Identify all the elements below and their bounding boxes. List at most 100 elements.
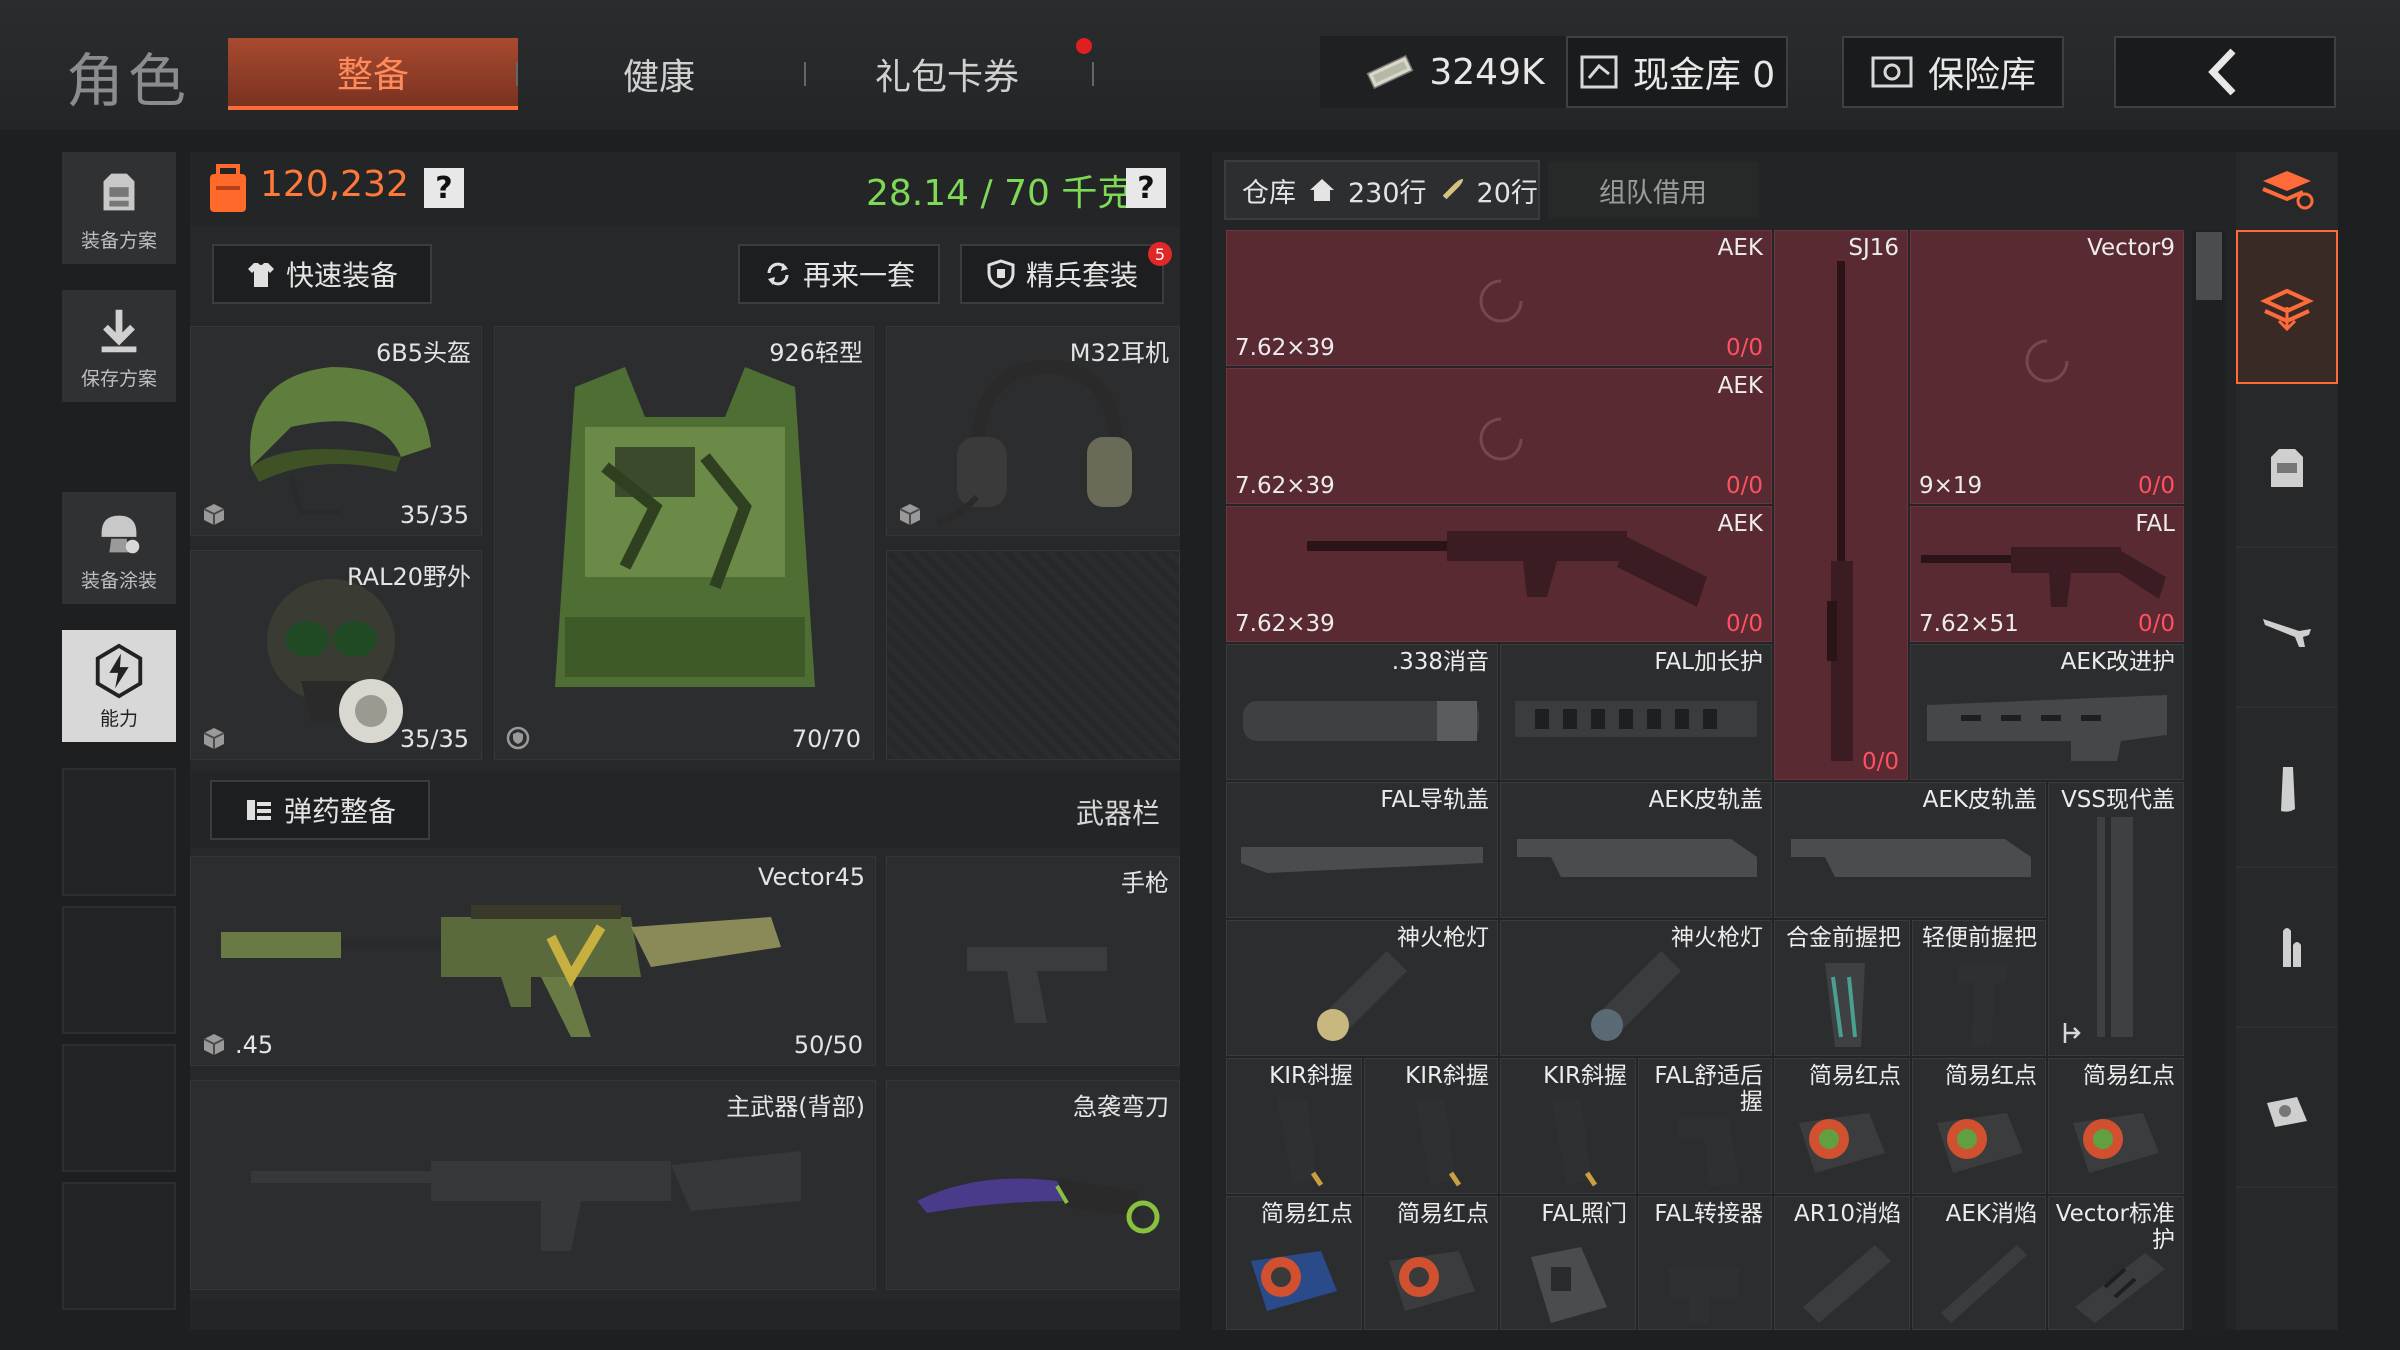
handguard-icon (1927, 695, 2167, 761)
item-name: 简易红点 (1945, 1063, 2037, 1089)
rear-sight-icon (1531, 1247, 1607, 1323)
item-name: KIR斜握 (1269, 1063, 1353, 1089)
ammo-prepare-button[interactable]: 弹药整备 (210, 780, 430, 840)
tab-health[interactable]: 健康 (514, 38, 804, 110)
cube-icon (203, 504, 225, 525)
warehouse-item[interactable]: AEK 7.62×39 0/0 (1226, 506, 1772, 642)
warehouse-item[interactable]: 神火枪灯 (1500, 920, 1772, 1056)
category-magazines-button[interactable] (2236, 712, 2338, 868)
warehouse-item[interactable]: FAL转接器 (1638, 1196, 1772, 1330)
warehouse-item[interactable]: 简易红点 (2048, 1058, 2184, 1194)
warehouse-item[interactable]: 简易红点 (1774, 1058, 1910, 1194)
safe-vault-button[interactable]: 保险库 (1842, 36, 2064, 108)
category-ammo-button[interactable] (2236, 872, 2338, 1028)
warehouse-item[interactable]: FAL加长护 (1500, 644, 1772, 780)
backpack-value-icon (210, 164, 246, 212)
sidebar-item-label: 保存方案 (80, 367, 157, 390)
warehouse-item[interactable]: AEK改进护 (1910, 644, 2184, 780)
save-plan-button[interactable]: 保存方案 (62, 290, 176, 402)
pistol-slot[interactable]: 手枪 (886, 856, 1180, 1066)
warehouse-item[interactable]: AEK 7.62×39 0/0 (1226, 230, 1772, 366)
weight-help-button[interactable]: ? (1126, 168, 1166, 208)
safe-icon (1871, 56, 1913, 88)
flash-hider-icon (1941, 1245, 2027, 1323)
equipment-paint-button[interactable]: 装备涂装 (62, 492, 176, 604)
warehouse-scrollbar-thumb[interactable] (2196, 232, 2222, 300)
warehouse-item[interactable]: Vector标准护 (2048, 1196, 2184, 1330)
elite-set-button[interactable]: 精兵套装 (960, 244, 1164, 304)
category-weapons-button[interactable] (2236, 552, 2338, 708)
warehouse-item[interactable]: Vector9 9×19 0/0 (1910, 230, 2184, 504)
helmet-durability: 35/35 (399, 501, 469, 529)
ammo-prepare-label: 弹药整备 (283, 795, 396, 828)
warehouse-item[interactable]: 简易红点 (1226, 1196, 1362, 1330)
warehouse-item[interactable]: FAL舒适后握 (1638, 1058, 1772, 1194)
warehouse-used-rows: 20行 (1476, 177, 1538, 209)
tab-prepare[interactable]: 整备 (228, 38, 518, 110)
warehouse-item[interactable]: AEK皮轨盖 (1500, 782, 1772, 918)
quick-equip-button[interactable]: 快速装备 (212, 244, 432, 304)
back-weapon-slot[interactable]: 主武器(背部) (190, 1080, 876, 1290)
tab-gift-cards[interactable]: 礼包卡券 (802, 38, 1092, 110)
item-caliber: 7.62×51 (1919, 611, 2019, 637)
warehouse-item[interactable]: KIR斜握 (1364, 1058, 1498, 1194)
warehouse-item[interactable]: 神火枪灯 (1226, 920, 1498, 1056)
mask-slot[interactable]: RAL20野外 35/35 (190, 550, 482, 760)
rail-cover-vertical-icon (2097, 817, 2133, 1037)
warehouse-item[interactable]: VSS现代盖 (2048, 782, 2184, 1056)
handguard-icon (1515, 701, 1757, 737)
layers-icon (2262, 171, 2314, 210)
warehouse-scrollbar-track[interactable] (2192, 230, 2226, 1330)
red-dot-sight-icon (1251, 1251, 1337, 1311)
category-stack-button[interactable] (2236, 230, 2338, 384)
category-armor-button[interactable] (2236, 392, 2338, 548)
magazine-icon (2281, 767, 2295, 812)
warehouse-item[interactable]: AEK皮轨盖 (1774, 782, 2046, 918)
more-slots-row (190, 1300, 1180, 1330)
home-icon (1310, 179, 1334, 201)
warehouse-item[interactable]: .338消音 (1226, 644, 1498, 780)
knife-slot[interactable]: 急袭弯刀 (886, 1080, 1180, 1290)
loadout-plans-button[interactable]: 装备方案 (62, 152, 176, 264)
value-help-button[interactable]: ? (424, 168, 464, 208)
ability-button[interactable]: 能力 (62, 630, 176, 742)
headset-slot[interactable]: M32耳机 (886, 326, 1180, 536)
warehouse-item[interactable]: SJ16 0/0 (1774, 230, 1908, 780)
cash-vault-button[interactable]: 现金库 0 (1566, 36, 1788, 108)
item-name: AEK (1717, 235, 1763, 261)
warehouse-item[interactable]: KIR斜握 (1226, 1058, 1362, 1194)
warehouse-item[interactable]: FAL导轨盖 (1226, 782, 1498, 918)
warehouse-item[interactable]: AEK 7.62×39 0/0 (1226, 368, 1772, 504)
warehouse-item[interactable]: FAL 7.62×51 0/0 (1910, 506, 2184, 642)
item-name: FAL加长护 (1654, 649, 1763, 675)
warehouse-rows: 230行 (1348, 177, 1427, 209)
team-borrow-tab[interactable]: 组队借用 (1548, 162, 1758, 218)
warehouse-tab[interactable]: 仓库 230行 20行 (1224, 160, 1540, 220)
warehouse-item[interactable]: 简易红点 (1912, 1058, 2046, 1194)
empty-equipment-slot[interactable] (886, 550, 1180, 760)
warehouse-item[interactable]: 合金前握把 (1774, 920, 1910, 1056)
warehouse-item[interactable]: AEK消焰 (1912, 1196, 2046, 1330)
empty-sidebar-slot (62, 1182, 176, 1310)
helmet-slot[interactable]: 6B5头盔 35/35 (190, 326, 482, 536)
armor-slot[interactable]: 926轻型 70/70 (494, 326, 874, 760)
category-attachments-button[interactable] (2236, 1032, 2338, 1188)
flashlight-icon (1317, 951, 1407, 1041)
expand-icon (2063, 1023, 2081, 1043)
money-display: 3249K (1320, 36, 1590, 108)
item-name: FAL舒适后握 (1654, 1063, 1763, 1115)
rifle-icon (1921, 547, 2166, 607)
warehouse-item[interactable]: AR10消焰 (1774, 1196, 1910, 1330)
scope-sight-icon (2267, 1097, 2307, 1127)
warehouse-item[interactable]: 轻便前握把 (1912, 920, 2046, 1056)
empty-sidebar-slot (62, 768, 176, 896)
category-all-button[interactable] (2236, 152, 2338, 226)
warehouse-item[interactable]: FAL照门 (1500, 1196, 1636, 1330)
item-ammo-count: 0/0 (1725, 335, 1763, 361)
back-button[interactable] (2114, 36, 2336, 108)
item-caliber: 7.62×39 (1235, 335, 1335, 361)
warehouse-item[interactable]: KIR斜握 (1500, 1058, 1636, 1194)
primary-weapon-slot[interactable]: Vector45 .45 50/50 (190, 856, 876, 1066)
warehouse-item[interactable]: 简易红点 (1364, 1196, 1498, 1330)
repeat-set-button[interactable]: 再来一套 (738, 244, 940, 304)
